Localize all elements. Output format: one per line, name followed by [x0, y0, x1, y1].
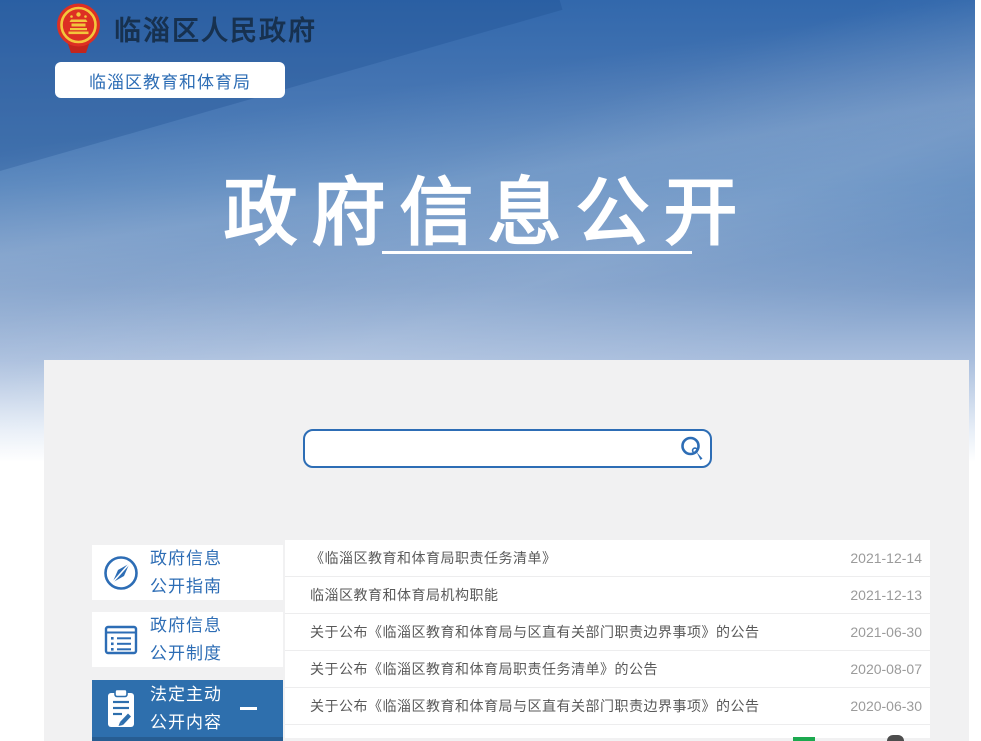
label-line-1: 政府信息: [150, 616, 222, 635]
collapse-minus-icon[interactable]: [240, 707, 257, 710]
article-link[interactable]: 《临淄区教育和体育局职责任务清单》: [310, 548, 832, 568]
article-date: 2021-06-30: [850, 624, 922, 640]
label-line-1: 政府信息: [150, 549, 222, 568]
article-date: 2021-12-14: [850, 550, 922, 566]
page-title: 政府信息公开: [0, 153, 975, 260]
sidebar-item-label: 政府信息 公开制度: [150, 612, 222, 668]
search-box: [303, 429, 712, 468]
article-link[interactable]: 关于公布《临淄区教育和体育局与区直有关部门职责边界事项》的公告: [310, 696, 832, 716]
label-line-2: 公开指南: [150, 577, 222, 596]
article-link[interactable]: 关于公布《临淄区教育和体育局与区直有关部门职责边界事项》的公告: [310, 622, 832, 642]
sidebar-item-label: 法定主动 公开内容: [150, 681, 222, 737]
label-line-2: 公开内容: [150, 713, 222, 732]
label-line-1: 法定主动: [150, 685, 222, 704]
label-line-2: 公开制度: [150, 644, 222, 663]
china-national-emblem-icon: [55, 3, 102, 54]
document-icon: [100, 620, 142, 660]
article-date: 2020-08-07: [850, 661, 922, 677]
site-name: 临淄区人民政府: [114, 9, 317, 48]
sidebar-item-guide[interactable]: 政府信息 公开指南: [92, 545, 283, 600]
cutoff-green-icon: [793, 737, 815, 741]
title-underline: [382, 251, 692, 254]
sidebar-item-system[interactable]: 政府信息 公开制度: [92, 612, 283, 667]
list-item: 关于公布《临淄区教育和体育局职责任务清单》的公告 2020-08-07: [285, 651, 930, 688]
department-tab-button[interactable]: 临淄区教育和体育局: [55, 62, 285, 98]
article-link[interactable]: 临淄区教育和体育局机构职能: [310, 585, 832, 605]
article-list: 《临淄区教育和体育局职责任务清单》 2021-12-14 临淄区教育和体育局机构…: [285, 540, 930, 738]
compass-icon: [100, 554, 142, 592]
clipboard-pen-icon: [100, 687, 142, 731]
cutoff-dark-icon: [887, 735, 904, 741]
list-item: 关于公布《临淄区教育和体育局与区直有关部门职责边界事项》的公告 2020-06-…: [285, 688, 930, 725]
sidebar-item-label: 政府信息 公开指南: [150, 545, 222, 601]
search-icon: [679, 435, 706, 462]
article-date: 2021-12-13: [850, 587, 922, 603]
search-input[interactable]: [305, 431, 674, 466]
list-item-cutoff: [285, 725, 930, 738]
list-item: 关于公布《临淄区教育和体育局与区直有关部门职责边界事项》的公告 2021-06-…: [285, 614, 930, 651]
article-date: 2020-06-30: [850, 698, 922, 714]
article-link[interactable]: 关于公布《临淄区教育和体育局职责任务清单》的公告: [310, 659, 832, 679]
list-item: 《临淄区教育和体育局职责任务清单》 2021-12-14: [285, 540, 930, 577]
list-item: 临淄区教育和体育局机构职能 2021-12-13: [285, 577, 930, 614]
sidebar-item-statutory-disclosure[interactable]: 法定主动 公开内容: [92, 680, 283, 737]
sidebar-next-card-edge: [92, 737, 283, 741]
site-logo[interactable]: 临淄区人民政府: [55, 3, 317, 54]
search-button[interactable]: [674, 431, 710, 466]
